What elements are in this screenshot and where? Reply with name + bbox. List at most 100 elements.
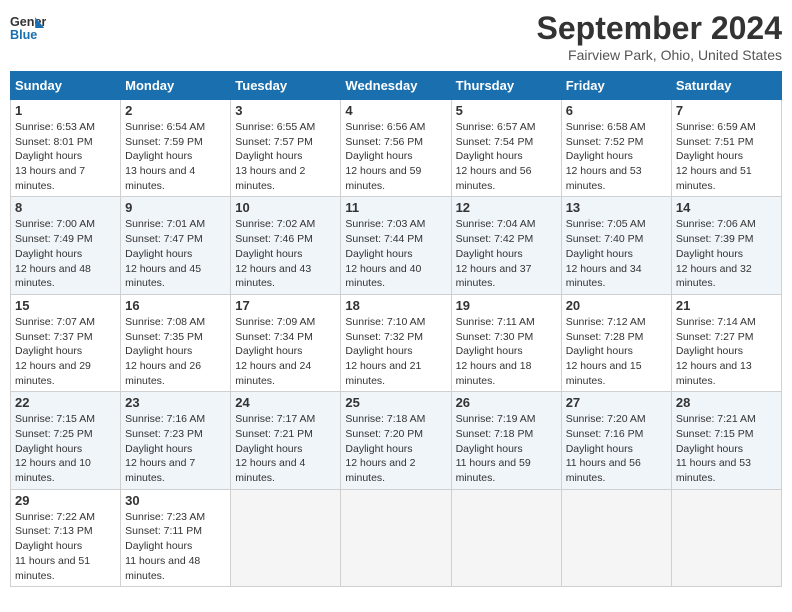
header-row: SundayMondayTuesdayWednesdayThursdayFrid…	[11, 72, 782, 100]
day-number: 27	[566, 395, 667, 410]
day-number: 22	[15, 395, 116, 410]
day-number: 21	[676, 298, 777, 313]
page-title: September 2024	[537, 10, 782, 47]
day-number: 16	[125, 298, 226, 313]
day-header-saturday: Saturday	[671, 72, 781, 100]
day-number: 28	[676, 395, 777, 410]
day-header-thursday: Thursday	[451, 72, 561, 100]
day-info: Sunrise: 7:19 AMSunset: 7:18 PMDaylight …	[456, 412, 557, 485]
calendar-cell: 16Sunrise: 7:08 AMSunset: 7:35 PMDayligh…	[121, 294, 231, 391]
calendar-table: SundayMondayTuesdayWednesdayThursdayFrid…	[10, 71, 782, 587]
calendar-cell: 8 Sunrise: 7:00 AMSunset: 7:49 PMDaylight…	[11, 197, 121, 294]
calendar-cell: 9 Sunrise: 7:01 AMSunset: 7:47 PMDaylight…	[121, 197, 231, 294]
day-number: 19	[456, 298, 557, 313]
calendar-cell	[451, 489, 561, 586]
calendar-cell	[231, 489, 341, 586]
calendar-cell: 25 Sunrise: 7:18 AMSunset: 7:20 PMDayligh…	[341, 392, 451, 489]
day-number: 9	[125, 200, 226, 215]
day-info: Sunrise: 6:59 AMSunset: 7:51 PMDaylight …	[676, 120, 777, 193]
day-info: Sunrise: 7:00 AMSunset: 7:49 PMDaylight …	[15, 217, 116, 290]
calendar-cell: 13Sunrise: 7:05 AMSunset: 7:40 PMDayligh…	[561, 197, 671, 294]
day-info: Sunrise: 7:22 AMSunset: 7:13 PMDaylight …	[15, 510, 116, 583]
day-number: 4	[345, 103, 446, 118]
calendar-cell: 11 Sunrise: 7:03 AMSunset: 7:44 PMDayligh…	[341, 197, 451, 294]
day-info: Sunrise: 7:21 AMSunset: 7:15 PMDaylight …	[676, 412, 777, 485]
day-number: 6	[566, 103, 667, 118]
day-info: Sunrise: 7:14 AMSunset: 7:27 PMDaylight …	[676, 315, 777, 388]
calendar-cell	[561, 489, 671, 586]
day-number: 10	[235, 200, 336, 215]
day-number: 18	[345, 298, 446, 313]
calendar-cell: 23 Sunrise: 7:16 AMSunset: 7:23 PMDayligh…	[121, 392, 231, 489]
day-header-sunday: Sunday	[11, 72, 121, 100]
day-info: Sunrise: 7:12 AMSunset: 7:28 PMDaylight …	[566, 315, 667, 388]
day-header-tuesday: Tuesday	[231, 72, 341, 100]
calendar-cell: 6 Sunrise: 6:58 AMSunset: 7:52 PMDaylight…	[561, 100, 671, 197]
day-number: 12	[456, 200, 557, 215]
page-header: General Blue September 2024 Fairview Par…	[10, 10, 782, 63]
calendar-cell: 14 Sunrise: 7:06 AMSunset: 7:39 PMDayligh…	[671, 197, 781, 294]
calendar-cell: 10Sunrise: 7:02 AMSunset: 7:46 PMDayligh…	[231, 197, 341, 294]
day-info: Sunrise: 7:01 AMSunset: 7:47 PMDaylight …	[125, 217, 226, 290]
day-info: Sunrise: 7:18 AMSunset: 7:20 PMDaylight …	[345, 412, 446, 485]
day-number: 26	[456, 395, 557, 410]
day-number: 1	[15, 103, 116, 118]
calendar-cell: 20 Sunrise: 7:12 AMSunset: 7:28 PMDayligh…	[561, 294, 671, 391]
calendar-cell: 7 Sunrise: 6:59 AMSunset: 7:51 PMDaylight…	[671, 100, 781, 197]
day-info: Sunrise: 6:57 AMSunset: 7:54 PMDaylight …	[456, 120, 557, 193]
day-info: Sunrise: 6:56 AMSunset: 7:56 PMDaylight …	[345, 120, 446, 193]
calendar-cell: 30 Sunrise: 7:23 AMSunset: 7:11 PMDayligh…	[121, 489, 231, 586]
day-info: Sunrise: 7:15 AMSunset: 7:25 PMDaylight …	[15, 412, 116, 485]
logo: General Blue	[10, 10, 46, 46]
day-header-wednesday: Wednesday	[341, 72, 451, 100]
calendar-cell: 22 Sunrise: 7:15 AMSunset: 7:25 PMDayligh…	[11, 392, 121, 489]
calendar-cell: 17 Sunrise: 7:09 AMSunset: 7:34 PMDayligh…	[231, 294, 341, 391]
day-info: Sunrise: 7:05 AMSunset: 7:40 PMDaylight …	[566, 217, 667, 290]
day-number: 20	[566, 298, 667, 313]
day-info: Sunrise: 7:10 AMSunset: 7:32 PMDaylight …	[345, 315, 446, 388]
calendar-cell: 4 Sunrise: 6:56 AMSunset: 7:56 PMDaylight…	[341, 100, 451, 197]
day-number: 30	[125, 493, 226, 508]
week-row-4: 22 Sunrise: 7:15 AMSunset: 7:25 PMDayligh…	[11, 392, 782, 489]
day-info: Sunrise: 7:11 AMSunset: 7:30 PMDaylight …	[456, 315, 557, 388]
calendar-cell: 29 Sunrise: 7:22 AMSunset: 7:13 PMDayligh…	[11, 489, 121, 586]
day-header-friday: Friday	[561, 72, 671, 100]
calendar-cell	[341, 489, 451, 586]
day-info: Sunrise: 6:58 AMSunset: 7:52 PMDaylight …	[566, 120, 667, 193]
day-info: Sunrise: 7:09 AMSunset: 7:34 PMDaylight …	[235, 315, 336, 388]
day-info: Sunrise: 6:54 AMSunset: 7:59 PMDaylight …	[125, 120, 226, 193]
day-number: 29	[15, 493, 116, 508]
day-info: Sunrise: 7:06 AMSunset: 7:39 PMDaylight …	[676, 217, 777, 290]
day-info: Sunrise: 6:53 AMSunset: 8:01 PMDaylight …	[15, 120, 116, 193]
day-number: 8	[15, 200, 116, 215]
day-info: Sunrise: 6:55 AMSunset: 7:57 PMDaylight …	[235, 120, 336, 193]
week-row-1: 1 Sunrise: 6:53 AMSunset: 8:01 PMDaylight…	[11, 100, 782, 197]
calendar-cell: 1 Sunrise: 6:53 AMSunset: 8:01 PMDaylight…	[11, 100, 121, 197]
day-info: Sunrise: 7:16 AMSunset: 7:23 PMDaylight …	[125, 412, 226, 485]
day-number: 5	[456, 103, 557, 118]
day-info: Sunrise: 7:23 AMSunset: 7:11 PMDaylight …	[125, 510, 226, 583]
day-number: 17	[235, 298, 336, 313]
day-header-monday: Monday	[121, 72, 231, 100]
week-row-5: 29 Sunrise: 7:22 AMSunset: 7:13 PMDayligh…	[11, 489, 782, 586]
day-number: 11	[345, 200, 446, 215]
day-info: Sunrise: 7:20 AMSunset: 7:16 PMDaylight …	[566, 412, 667, 485]
day-number: 7	[676, 103, 777, 118]
day-number: 14	[676, 200, 777, 215]
calendar-cell: 3Sunrise: 6:55 AMSunset: 7:57 PMDaylight…	[231, 100, 341, 197]
day-number: 15	[15, 298, 116, 313]
day-number: 25	[345, 395, 446, 410]
calendar-cell: 18 Sunrise: 7:10 AMSunset: 7:32 PMDayligh…	[341, 294, 451, 391]
week-row-3: 15 Sunrise: 7:07 AMSunset: 7:37 PMDayligh…	[11, 294, 782, 391]
day-info: Sunrise: 7:03 AMSunset: 7:44 PMDaylight …	[345, 217, 446, 290]
day-number: 23	[125, 395, 226, 410]
day-info: Sunrise: 7:17 AMSunset: 7:21 PMDaylight …	[235, 412, 336, 485]
calendar-cell: 19 Sunrise: 7:11 AMSunset: 7:30 PMDayligh…	[451, 294, 561, 391]
calendar-cell: 2 Sunrise: 6:54 AMSunset: 7:59 PMDaylight…	[121, 100, 231, 197]
day-number: 2	[125, 103, 226, 118]
calendar-cell: 21 Sunrise: 7:14 AMSunset: 7:27 PMDayligh…	[671, 294, 781, 391]
week-row-2: 8 Sunrise: 7:00 AMSunset: 7:49 PMDaylight…	[11, 197, 782, 294]
logo-icon: General Blue	[10, 10, 46, 46]
calendar-cell: 5 Sunrise: 6:57 AMSunset: 7:54 PMDaylight…	[451, 100, 561, 197]
day-info: Sunrise: 7:07 AMSunset: 7:37 PMDaylight …	[15, 315, 116, 388]
